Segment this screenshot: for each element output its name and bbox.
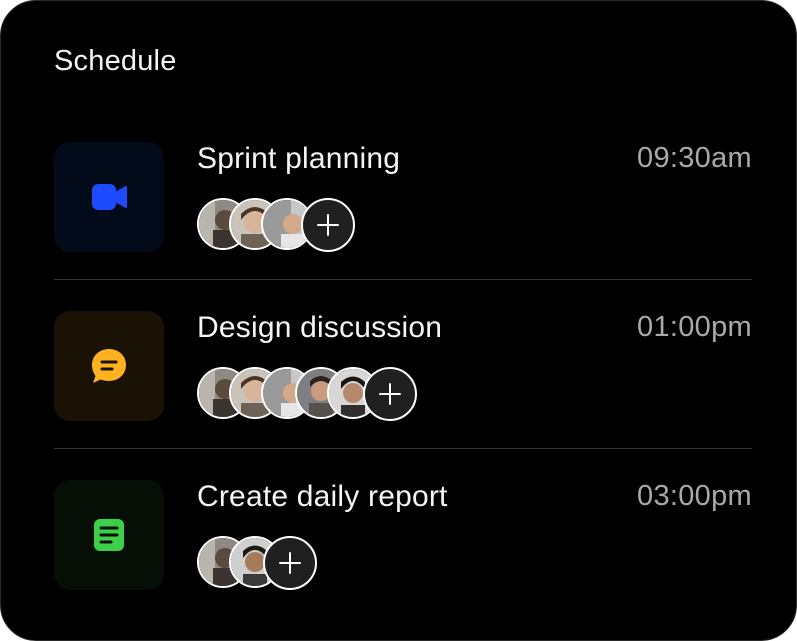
event-icon-tile — [54, 480, 164, 590]
document-icon — [94, 519, 124, 551]
add-participant-button[interactable] — [263, 536, 317, 590]
event-item-sprint-planning[interactable]: Sprint planning 09:30am — [54, 142, 752, 254]
event-title: Create daily report — [197, 480, 448, 513]
event-icon-tile — [54, 142, 164, 252]
event-time: 09:30am — [637, 142, 752, 174]
divider — [54, 448, 752, 449]
schedule-card: Schedule Sprint planning 09:30am Design … — [0, 0, 797, 641]
event-title: Sprint planning — [197, 142, 401, 175]
plus-icon — [279, 552, 301, 574]
event-item-create-daily-report[interactable]: Create daily report 03:00pm — [54, 480, 752, 592]
plus-icon — [379, 383, 401, 405]
add-participant-button[interactable] — [301, 198, 355, 252]
event-time: 03:00pm — [637, 480, 752, 512]
event-icon-tile — [54, 311, 164, 421]
divider — [54, 279, 752, 280]
plus-icon — [317, 214, 339, 236]
add-participant-button[interactable] — [363, 367, 417, 421]
chat-bubble-icon — [92, 349, 126, 383]
event-item-design-discussion[interactable]: Design discussion 01:00pm — [54, 311, 752, 423]
event-time: 01:00pm — [637, 311, 752, 343]
card-title: Schedule — [54, 45, 177, 77]
event-title: Design discussion — [197, 311, 443, 344]
video-camera-icon — [92, 184, 127, 210]
